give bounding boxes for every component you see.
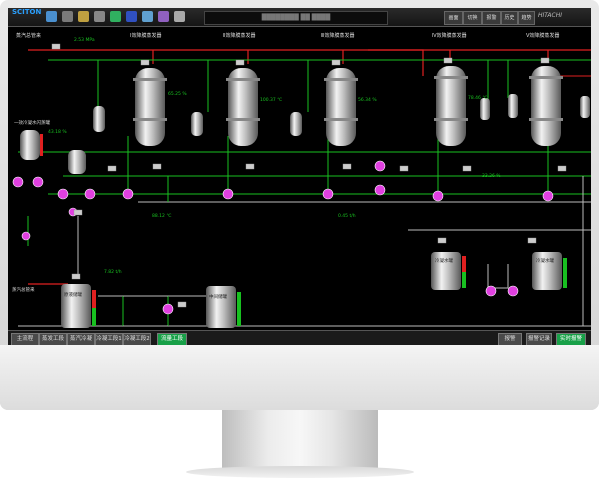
tab-alarm[interactable]: 报警 — [498, 333, 522, 345]
evaporator-1[interactable] — [133, 68, 167, 146]
tab-realtime-alarm[interactable]: 实时报警 — [556, 333, 586, 345]
monitor-stand-foot — [186, 466, 414, 478]
monitor-stand-neck — [222, 410, 378, 468]
flash-tank-label: 一效冷凝水闪蒸罐 — [14, 121, 50, 126]
tab-evaporation[interactable]: 蒸发工段 — [39, 333, 67, 345]
top-button[interactable]: 报警 — [482, 11, 501, 25]
separator-5 — [580, 96, 590, 118]
unit-label-1: Ⅰ效降膜蒸发器 — [130, 33, 162, 39]
separator-2 — [290, 112, 302, 136]
monitor-chin — [0, 345, 599, 410]
save-icon[interactable] — [78, 11, 89, 22]
unit-label-2: Ⅱ效降膜蒸发器 — [223, 33, 256, 39]
raw-liquid-tank[interactable] — [61, 284, 96, 328]
top-button[interactable]: 趋势 — [518, 11, 535, 25]
steam-feed-label: 蒸汽总管来 — [12, 288, 35, 293]
reading: 33.26 % — [482, 174, 501, 179]
unit-label-3: Ⅲ效降膜蒸发器 — [321, 33, 355, 39]
bottom-nav: 主流程 蒸发工段 蒸汽冷凝 冷凝工段1 冷凝工段2 流量工段 报警 报警记录 实… — [8, 330, 591, 345]
app-logo: SCITON — [12, 8, 42, 16]
top-button[interactable]: 历史 — [501, 11, 518, 25]
raw-tank-label: 原液储罐 — [64, 293, 82, 298]
reading: 88.12 ℃ — [152, 214, 172, 219]
tab-main-flow[interactable]: 主流程 — [11, 333, 39, 345]
cond-tank-1-label: 冷凝水罐 — [435, 259, 453, 264]
reading: 100.37 ℃ — [260, 98, 283, 103]
separator-4 — [508, 94, 518, 118]
print-icon[interactable] — [62, 11, 73, 22]
evaporator-4[interactable] — [434, 66, 468, 146]
flash-tank[interactable] — [20, 130, 40, 160]
separator-0 — [93, 106, 105, 132]
reading: 43.18 % — [48, 130, 67, 135]
home-icon[interactable] — [46, 11, 57, 22]
tab-condense-1[interactable]: 冷凝工段1 — [95, 333, 123, 345]
intermediate-tank[interactable] — [206, 286, 241, 328]
cond-tank-2-label: 冷凝水罐 — [536, 259, 554, 264]
brand-label: HITACHI — [538, 12, 562, 19]
mid-tank-label: 中间储罐 — [209, 295, 227, 300]
report-icon[interactable] — [174, 11, 185, 22]
refresh-icon[interactable] — [110, 11, 121, 22]
tab-flow[interactable]: 流量工段 — [157, 333, 187, 345]
process-diagram — [12, 43, 591, 328]
settings-icon[interactable] — [158, 11, 169, 22]
evaporator-5[interactable] — [529, 66, 563, 146]
camera-icon[interactable] — [94, 11, 105, 22]
window-title: ████████ ██ ████ — [204, 11, 388, 25]
top-button[interactable]: 切换 — [463, 11, 482, 25]
evaporator-2[interactable] — [226, 68, 260, 146]
reading: 0.45 t/h — [338, 214, 356, 219]
reading: 2.53 MPa — [74, 38, 95, 43]
excel-icon[interactable] — [126, 11, 137, 22]
unit-label-5: Ⅴ效降膜蒸发器 — [526, 33, 560, 39]
tab-alarm-log[interactable]: 报警记录 — [526, 333, 552, 345]
reading: 78.46 ℃ — [468, 96, 488, 101]
steam-main-pipe — [28, 49, 424, 76]
steam-inlet-label: 蒸汽总管来 — [16, 33, 42, 39]
top-toolbar: SCITON ████████ ██ ████ 画面 切换 报警 历史 趋势 H… — [8, 8, 591, 27]
preheater — [68, 150, 86, 174]
unit-label-4: Ⅳ效降膜蒸发器 — [432, 33, 467, 39]
reading: 7.82 t/h — [104, 270, 122, 275]
separator-3 — [480, 98, 490, 120]
evaporator-3[interactable] — [324, 68, 358, 146]
top-button[interactable]: 画面 — [444, 11, 463, 25]
chart-icon[interactable] — [142, 11, 153, 22]
separator-1 — [191, 112, 203, 136]
screen: Ⅰ效降膜蒸发器 Ⅱ效降膜蒸发器 Ⅲ效降膜蒸发器 Ⅳ效降膜蒸发器 Ⅴ效降膜蒸发器 … — [8, 8, 591, 345]
reading: 65.25 % — [168, 92, 187, 97]
reading: 56.34 % — [358, 98, 377, 103]
tab-steam-condense[interactable]: 蒸汽冷凝 — [67, 333, 95, 345]
tab-condense-2[interactable]: 冷凝工段2 — [123, 333, 151, 345]
